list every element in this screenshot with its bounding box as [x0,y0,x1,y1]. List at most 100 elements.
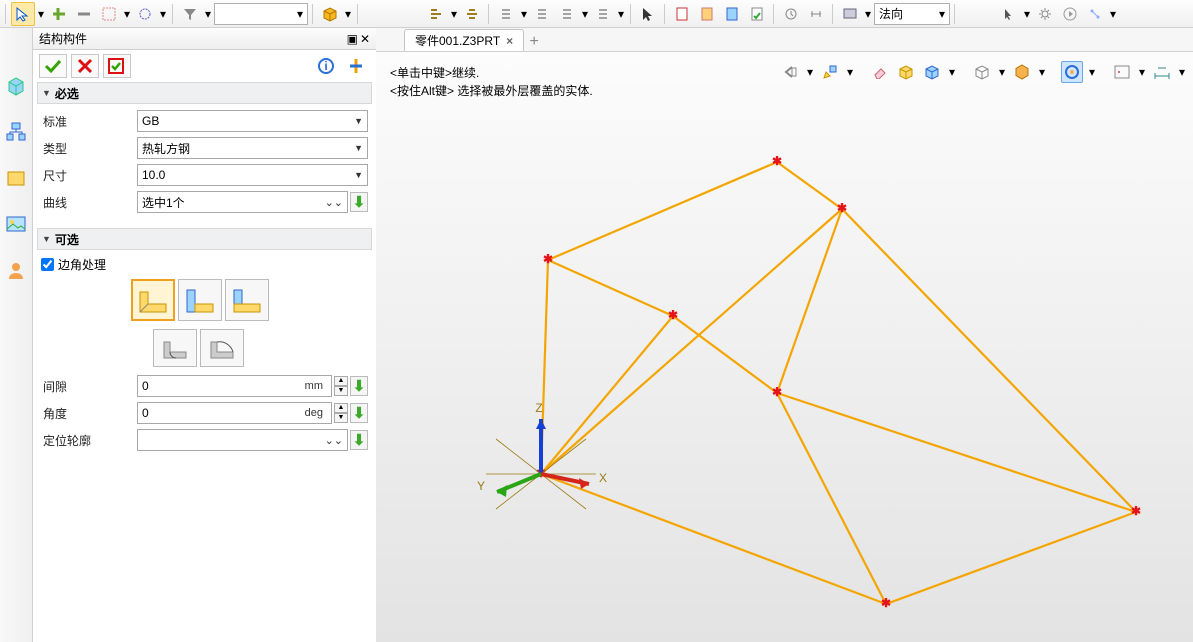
flow-icon[interactable] [1083,2,1107,26]
cursor-icon[interactable] [636,2,660,26]
flow-dropdown[interactable]: ▾ [1108,2,1118,26]
double-chevron-icon: ⌄⌄ [325,196,343,209]
doc-blue-icon[interactable] [720,2,744,26]
doc-green-icon[interactable] [745,2,769,26]
history-icon[interactable] [779,2,803,26]
angle-download-button[interactable]: ⬇ [350,403,368,423]
cube-blue-icon[interactable] [4,74,28,98]
standard-combo[interactable]: GB ▼ [137,110,368,132]
download-icon: ⬇ [353,431,366,449]
toolbar-separator [954,4,956,24]
corner-butt2-button[interactable] [225,279,269,321]
play-icon[interactable] [1058,2,1082,26]
chevron-down-icon: ▼ [354,116,363,126]
list-dropdown[interactable]: ▾ [616,2,626,26]
section-optional-header[interactable]: ▼ 可选 [37,228,372,250]
panel-titlebar: 结构构件 ▣ ✕ [33,28,376,50]
angle-unit: deg [305,407,323,419]
corner-checkbox[interactable] [41,258,54,271]
properties-panel: 结构构件 ▣ ✕ i ▼ 必选 [33,28,376,642]
panel-close-icon[interactable]: ✕ [360,28,370,50]
arrow-dropdown[interactable]: ▾ [1022,2,1032,26]
list-dropdown[interactable]: ▾ [580,2,590,26]
svg-text:✱: ✱ [837,201,847,215]
org-icon[interactable] [4,120,28,144]
toolbar-separator [312,4,314,24]
list-dropdown[interactable]: ▾ [519,2,529,26]
gap-input[interactable]: 0mm [137,375,332,397]
image-icon[interactable] [4,212,28,236]
confirm-button[interactable] [39,54,67,78]
profile-combo[interactable]: ⌄⌄ [137,429,348,451]
package-dropdown[interactable]: ▾ [343,2,353,26]
orientation-icon[interactable] [342,54,370,78]
corner-type-row2 [153,329,368,367]
lasso-icon[interactable] [133,2,157,26]
lasso-dropdown[interactable]: ▾ [158,2,168,26]
tab-add-button[interactable]: + [524,33,544,51]
panel-title-text: 结构构件 [39,28,87,50]
standard-value: GB [142,114,159,128]
size-combo[interactable]: 10.0▼ [137,164,368,186]
svg-text:✱: ✱ [772,385,782,399]
cancel-button[interactable] [71,54,99,78]
corner-butt1-button[interactable] [178,279,222,321]
section-required-header[interactable]: ▼ 必选 [37,82,372,104]
info-icon[interactable]: i [312,54,340,78]
package-icon[interactable] [318,2,342,26]
top-toolbar: ▾ ▾ ▾ ▾ ▾ ▾ ▾ ▾ ▾ ▾ ▾ 法向▾ ▾ ▾ [0,0,1193,28]
corner-arc2-button[interactable] [200,329,244,367]
list-4-icon[interactable] [591,2,615,26]
label-gap: 间隙 [41,378,137,395]
doc-red-icon[interactable] [670,2,694,26]
user-icon[interactable] [4,258,28,282]
pointer-select-tool[interactable] [11,2,35,26]
list-1-icon[interactable] [494,2,518,26]
screen-icon[interactable] [838,2,862,26]
apply-button[interactable] [103,54,131,78]
gap-download-button[interactable]: ⬇ [350,376,368,396]
filter-icon[interactable] [178,2,202,26]
type-combo[interactable]: 热轧方钢▼ [137,137,368,159]
list-2-icon[interactable] [530,2,554,26]
curve-download-button[interactable]: ⬇ [350,192,368,212]
marquee-icon[interactable] [97,2,121,26]
align-left-icon[interactable] [424,2,448,26]
tab-bar: 零件001.Z3PRT × + [376,28,1193,52]
align-center-icon[interactable] [460,2,484,26]
angle-spinner[interactable]: ▲▼ [334,403,348,423]
doc-orange-icon[interactable] [695,2,719,26]
add-icon[interactable] [47,2,71,26]
gear-icon[interactable] [1033,2,1057,26]
minus-icon[interactable] [72,2,96,26]
profile-download-button[interactable]: ⬇ [350,430,368,450]
viewport-3d[interactable]: <单击中键>继续. <按住Alt键> 选择被最外层覆盖的实体. ▾ ▾ ▾ ▾ … [376,52,1193,642]
align-dropdown[interactable]: ▾ [449,2,459,26]
corner-type-row1 [131,279,368,321]
section-optional-body: 边角处理 间隙 0mm ▲▼ ⬇ [37,250,372,466]
pointer-dropdown[interactable]: ▾ [36,2,46,26]
corner-miter-button[interactable] [131,279,175,321]
screen-dropdown[interactable]: ▾ [863,2,873,26]
tab-close-icon[interactable]: × [506,34,513,48]
toolbar-separator [832,4,834,24]
timeline-icon[interactable] [804,2,828,26]
corner-arc1-button[interactable] [153,329,197,367]
panel-restore-icon[interactable]: ▣ [347,28,358,50]
filter-combo[interactable]: ▾ [214,3,308,25]
chevron-down-icon: ▼ [354,170,363,180]
double-chevron-icon: ⌄⌄ [325,434,343,447]
gap-unit: mm [305,380,323,392]
angle-input[interactable]: 0deg [137,402,332,424]
arrow-small-icon[interactable] [997,2,1021,26]
list-3-icon[interactable] [555,2,579,26]
filter-dropdown[interactable]: ▾ [203,2,213,26]
view-orientation-combo[interactable]: 法向▾ [874,3,950,25]
toolbar-separator [357,4,359,24]
gap-spinner[interactable]: ▲▼ [334,376,348,396]
box-yellow-icon[interactable] [4,166,28,190]
marquee-dropdown[interactable]: ▾ [122,2,132,26]
curve-combo[interactable]: 选中1个⌄⌄ [137,191,348,213]
chevron-down-icon: ▾ [939,7,945,21]
document-tab[interactable]: 零件001.Z3PRT × [404,29,524,51]
